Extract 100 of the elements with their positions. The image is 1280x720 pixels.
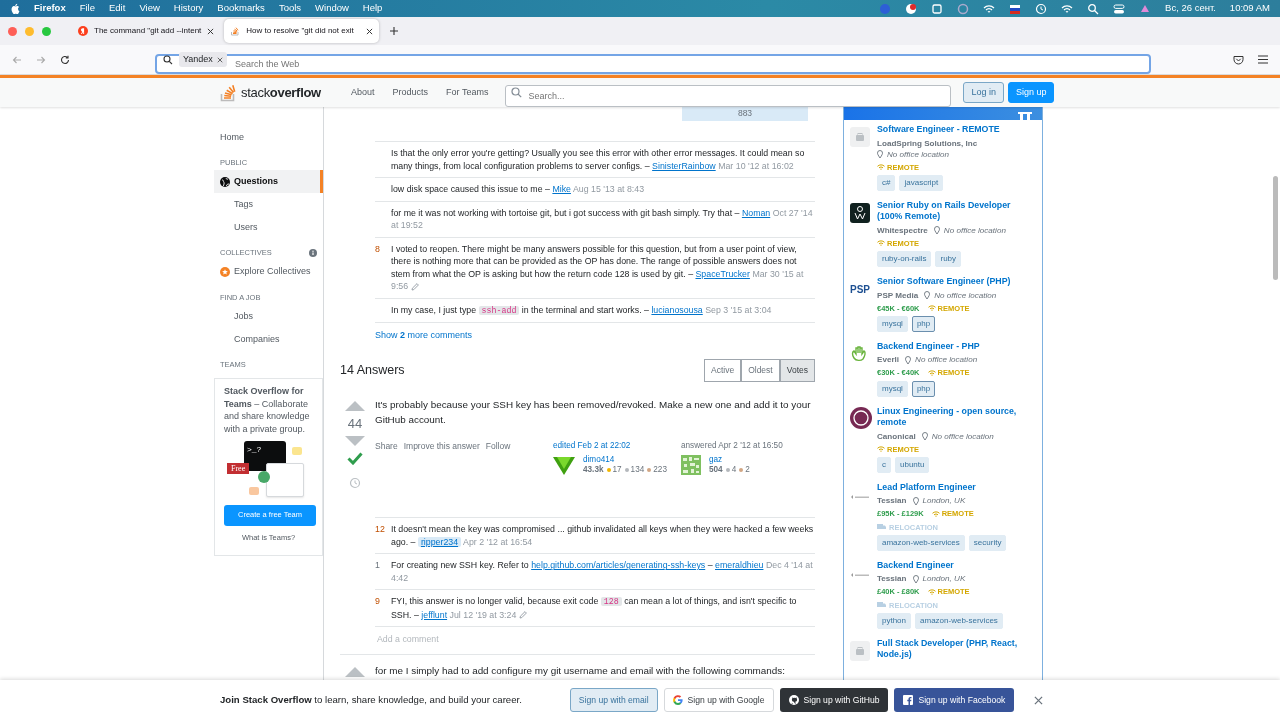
company-name: Tessian [877,573,907,585]
menu-item[interactable]: Tools [278,1,302,16]
comment-author-link[interactable]: Noman [741,207,771,218]
menu-item[interactable]: View [139,1,160,16]
menu-item[interactable]: Help [362,1,383,16]
job-title-link[interactable]: Lead Platform Engineer [877,481,1036,494]
edited-timestamp-link[interactable]: edited Feb 2 at 22:02 [553,439,681,452]
tag[interactable]: mysql [877,315,908,332]
tag[interactable]: ruby [935,251,962,267]
menu-item[interactable]: Bookmarks [217,1,265,16]
comment-text: I voted to reopen. There might be many answers possible for this question, but from a user point of view, there is nothing more that can be provided as the OP has done. The range of possible answers does not stem from what the OP is asking but how the return code 128 is used by git. – SpaceTrucker Mar 30 '15 at 9:56 [391,242,805,293]
browser-tab[interactable]: How to resolve "git did not exit [224,19,380,43]
tag[interactable]: amazon-web-services [915,612,1003,629]
job-title-link[interactable]: Senior Ruby on Rails Developer (100% Remote) [877,199,1036,223]
close-icon[interactable] [366,27,374,35]
sidebar-item[interactable]: Companies [214,327,323,351]
job-location: No office location [934,289,997,301]
comment-link[interactable]: help.github.com/articles/generating-ssh-keys [531,560,706,571]
job-title-link[interactable]: Linux Engineering - open source, remote [877,405,1036,429]
menu-icon[interactable] [1258,55,1268,64]
comment-author-link[interactable]: jefflunt [421,609,448,620]
vote-score: 44 [347,416,363,430]
comment-author-link[interactable]: SinisterRainbow [652,160,716,171]
tag[interactable]: ubuntu [895,456,930,473]
answer-body: It's probably because your SSH key has been removed/revoked. Make a new one and add it to your GitHub account. [375,397,812,427]
sort-tab[interactable]: Oldest [741,359,780,382]
signup-button[interactable]: Sign up [1007,82,1055,103]
job-title-link[interactable]: Software Engineer - REMOTE [877,124,1036,136]
tag[interactable]: c# [877,174,896,191]
pocket-icon[interactable] [1233,54,1244,65]
menu-item[interactable]: Edit [109,1,126,16]
tag[interactable]: mysql [877,380,908,397]
truck-icon [877,524,886,531]
sort-tab[interactable]: Active [704,359,742,382]
menu-item[interactable]: History [173,1,204,16]
tag[interactable]: c [877,456,891,473]
tag[interactable]: amazon-web-services [877,534,965,551]
search-engine-chip[interactable]: Yandex [179,51,227,68]
wifi-icon[interactable] [983,2,996,15]
nav-link[interactable]: About [342,81,384,104]
comment-author-link[interactable]: emeraldhieu [715,560,764,571]
info-icon[interactable] [309,248,317,257]
search-field[interactable]: Search... [505,84,952,107]
sidebar-item[interactable]: Home [214,126,323,149]
sidebar-item[interactable]: Users [214,216,323,240]
user-name-link[interactable]: dimo414 [583,454,667,466]
job-title-link[interactable]: Backend Engineer - PHP [877,340,1036,353]
company-logo-icon [850,494,870,500]
tag[interactable]: php [911,315,936,332]
wifi-icon [927,588,936,595]
post-action-link[interactable]: Improve this answer [403,439,480,453]
comment-author-link[interactable]: lucianosousa [651,304,703,315]
comment-text: Is that the only error you're getting? Usually you see this error with other error messages. It could mean so many things, from local configuration problems to server configs. – SinisterRainbow Mar 10 '12 at 16:02 [391,147,806,172]
job-location: London, UK [922,495,966,507]
job-title-link[interactable]: Full Stack Developer (PHP, React, Node.js) [877,637,1036,661]
signup-button[interactable]: Sign up with Google [663,688,774,712]
new-tab-icon[interactable] [389,26,400,36]
comment-score: 1 [375,559,381,573]
nav-link[interactable]: For Teams [437,81,498,104]
post-action-link[interactable]: Follow [485,439,511,453]
search-icon[interactable] [1087,2,1100,15]
tag[interactable]: python [877,612,912,629]
sort-tab[interactable]: Votes [779,359,815,382]
scrollbar-thumb[interactable] [1273,176,1278,280]
menu-item[interactable]: Window [315,1,349,16]
comment-author-link[interactable]: ripper234 [417,536,462,547]
comment-author-link[interactable]: Mike [552,184,571,194]
wifi-icon[interactable] [1061,2,1074,15]
user-name-link[interactable]: gaz [709,454,750,466]
job-title-link[interactable]: Senior Software Engineer (PHP) [877,276,1036,288]
signup-button[interactable]: Sign up with GitHub [779,688,889,712]
location-pin-icon [877,150,883,158]
notification-app-icon[interactable] [905,2,918,15]
login-button[interactable]: Log in [963,82,1004,103]
window-icon[interactable] [931,2,944,15]
nav-link[interactable]: Products [383,81,438,104]
tag[interactable]: ruby-on-rails [877,251,932,267]
sidebar-item[interactable]: Jobs [214,304,323,328]
control-center-icon[interactable] [1113,2,1126,15]
post-action-link[interactable]: Share [375,439,398,453]
comment-author-link[interactable]: SpaceTrucker [695,268,750,279]
logo-text[interactable]: stackoverflow [241,82,321,103]
app-menu[interactable]: Firefox [34,1,66,16]
sidebar-item[interactable]: Tags [214,193,323,217]
signup-button[interactable]: Sign up with email [569,688,658,712]
tag[interactable]: security [968,534,1007,551]
avatar-icon [681,455,701,476]
menu-item[interactable]: File [79,1,95,16]
job-title-link[interactable]: Backend Engineer [877,559,1036,572]
signup-button[interactable]: Sign up with Facebook [894,688,1015,712]
browser-tab[interactable]: The command "git add --intent [72,19,221,43]
flag-icon[interactable] [1009,2,1022,15]
reload-icon[interactable] [60,54,70,65]
sidebar-item[interactable]: Questions [214,170,323,194]
close-window-button[interactable] [8,26,17,36]
show-more-comments-link[interactable]: Show 2 more comments [375,329,815,343]
tag[interactable]: javascript [899,174,944,191]
tag[interactable]: php [911,380,936,397]
sidebar-item[interactable]: Explore Collectives [214,260,323,284]
close-icon[interactable] [207,27,215,35]
